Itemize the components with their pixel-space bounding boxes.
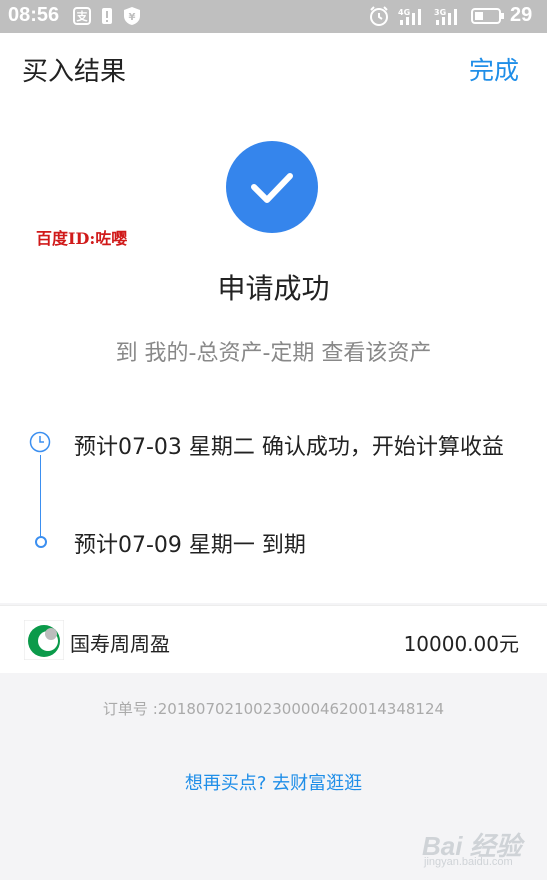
shield-icon: ¥ bbox=[122, 6, 142, 26]
baidu-jingyan-watermark: Bai 经验 jingyan.baidu.com bbox=[422, 826, 522, 868]
alert-icon bbox=[100, 6, 114, 26]
svg-text:4G: 4G bbox=[398, 8, 410, 17]
header: 买入结果 完成 bbox=[0, 33, 547, 103]
product-row[interactable]: 国寿周周盈 10000.00元 bbox=[0, 605, 547, 673]
clock-icon bbox=[29, 431, 51, 453]
svg-text:支: 支 bbox=[76, 9, 89, 23]
timeline-item-maturity: 预计07-09 星期一 到期 bbox=[74, 533, 306, 558]
timeline-dot bbox=[35, 536, 47, 548]
asset-hint: 到 我的-总资产-定期 查看该资产 bbox=[115, 341, 432, 366]
status-bar: 08:56 支 ¥ 4G 3G 29 bbox=[0, 0, 547, 33]
signal-3g-icon: 3G bbox=[434, 6, 462, 26]
china-life-logo-icon bbox=[23, 619, 65, 661]
result-panel: 百度ID:咗嘤 申请成功 到 我的-总资产-定期 查看该资产 预计07-03 星… bbox=[0, 103, 547, 603]
order-number: 订单号 :20180702100230000462001434812​4 bbox=[102, 700, 445, 718]
svg-text:¥: ¥ bbox=[129, 12, 136, 23]
alarm-icon bbox=[368, 6, 390, 26]
timeline-line bbox=[40, 455, 41, 539]
success-title: 申请成功 bbox=[217, 272, 330, 305]
product-amount: 10000.00元 bbox=[403, 632, 519, 656]
page-title: 买入结果 bbox=[22, 57, 127, 87]
battery-level: 29 bbox=[510, 4, 533, 26]
success-check-icon bbox=[226, 141, 318, 233]
signal-4g-icon: 4G bbox=[398, 6, 426, 26]
baidu-url: jingyan.baidu.com bbox=[424, 856, 513, 868]
alipay-icon: 支 bbox=[72, 6, 92, 26]
product-name: 国寿周周盈 bbox=[70, 632, 170, 656]
done-button[interactable]: 完成 bbox=[469, 51, 519, 87]
timeline-item-confirm: 预计07-03 星期二 确认成功，开始计算收益 bbox=[74, 435, 504, 460]
battery-icon bbox=[470, 6, 506, 26]
wealth-link[interactable]: 想再买点? 去财富逛逛 bbox=[0, 769, 547, 795]
author-watermark: 百度ID:咗嘤 bbox=[36, 229, 128, 248]
svg-text:3G: 3G bbox=[434, 8, 446, 17]
status-time: 08:56 bbox=[8, 4, 60, 26]
